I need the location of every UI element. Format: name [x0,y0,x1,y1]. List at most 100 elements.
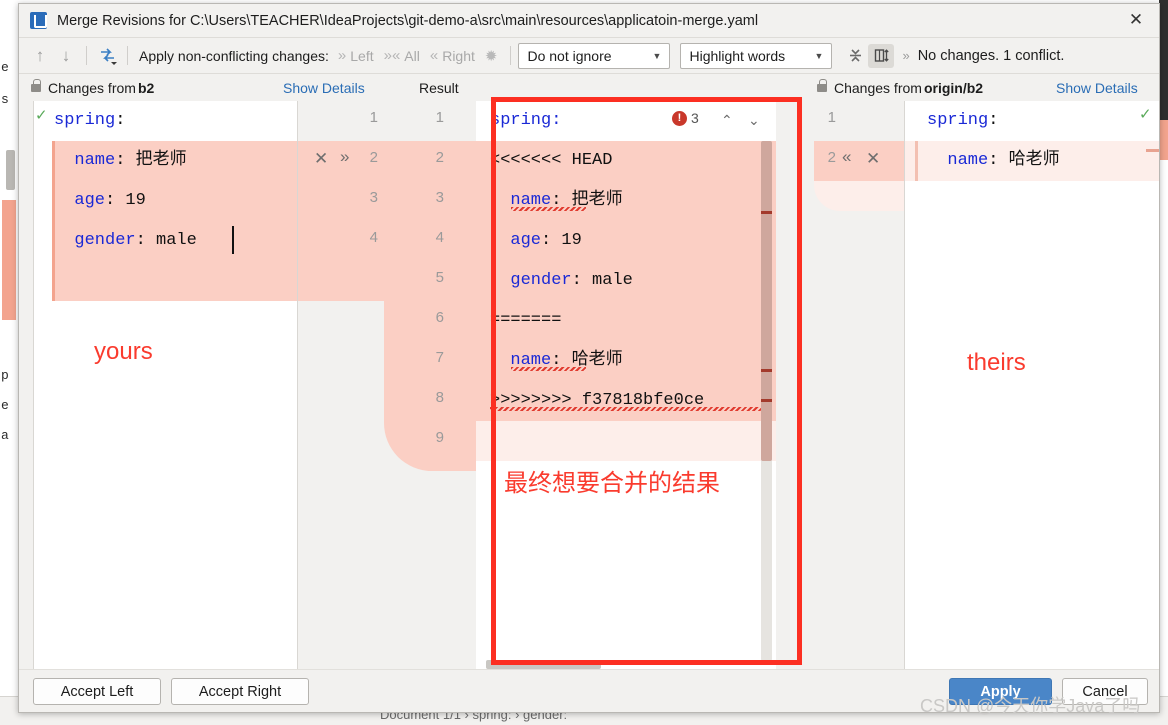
result-editor-pane[interactable]: spring: <<<<<<< HEAD name: 把老师 age: 19 g… [476,101,776,671]
synchronize-scroll-icon[interactable] [868,43,895,68]
editors-region: spring: name: 把老师 age: 19 gender: male y… [19,101,1159,671]
right-pane-header: Changes from origin/b2 [817,74,983,102]
result-code-line-6: ======= [490,311,562,330]
left-accept-to-result-icon[interactable]: » [340,148,349,165]
left-line-4-colon: : [135,231,146,250]
left-code-line-2: name: 把老师 [54,141,186,181]
intellij-idea-icon [30,12,47,29]
collapse-unchanged-icon[interactable] [842,44,868,68]
left-line-2-key: name [54,151,116,170]
background-conflict-marker [2,200,16,320]
right-line-2-colon: : [988,151,999,170]
next-difference-icon[interactable]: ↓ [53,43,79,69]
result-code-line-5: gender: male [490,261,633,301]
merge-dialog: Merge Revisions for C:\Users\TEACHER\Ide… [18,3,1160,713]
next-error-icon[interactable]: ⌄ [748,112,760,129]
left-revert-change-icon[interactable]: ✕ [314,150,328,167]
error-indicator[interactable]: ! 3 [672,110,699,126]
result-error-marker-3 [761,399,772,402]
right-header-branch: origin/b2 [923,80,984,96]
bg-char-3: e [1,398,9,413]
double-chevron-left-icon: « [429,47,439,64]
left-code-line-3: age: 19 [54,181,145,221]
chevron-down-icon: ▼ [814,50,824,61]
right-pane-ok-icon: ✓ [1139,106,1152,123]
left-show-details-link[interactable]: Show Details [283,74,365,102]
right-gutter: 1 2 « ✕ [784,101,904,671]
apply-all-label: All [404,47,420,64]
result-code-line-7: name: 哈老师 [490,341,622,381]
result-code-line-8: >>>>>>>> f37818bfe0ce [490,391,705,410]
highlight-policy-select[interactable]: Highlight words ▼ [680,42,833,69]
right-editor-pane[interactable]: spring: name: 哈老师 ✓ theirs [904,101,1159,671]
toolbar-separator-2 [127,46,128,65]
background-right-conflict-marker [1159,120,1168,160]
result-line-number-3: 3 [435,189,444,206]
left-line-number-1: 1 [369,109,378,126]
apply-nonconflicting-label: Apply non-conflicting changes: [139,47,329,64]
left-header-prefix: Changes from [48,80,136,96]
pane-headers: Changes from b2 Show Details Result Chan… [19,74,1159,102]
result-code-line-3: name: 把老师 [490,181,622,221]
right-line-number-1: 1 [827,109,836,126]
error-icon: ! [672,110,687,126]
lock-icon [31,79,41,92]
left-line-1-colon: : [115,111,126,130]
right-show-details-link[interactable]: Show Details [1056,74,1138,102]
result-scrollbar-thumb[interactable] [761,141,772,461]
left-line-number-4: 4 [369,229,378,246]
left-line-4-value: male [145,231,197,250]
dialog-toolbar: ↑ ↓ Apply non-conflicting changes: » Lef… [19,38,1159,74]
previous-error-icon[interactable]: ⌃ [721,112,733,129]
left-pane-annotation: yours [94,338,153,365]
accept-left-button[interactable]: Accept Left [33,678,161,705]
error-count: 3 [691,110,699,126]
left-code-line-1: spring: [54,101,125,141]
result-line-4-rest: : 19 [541,231,582,250]
result-line-number-9: 9 [435,429,444,446]
accept-right-button[interactable]: Accept Right [171,678,309,705]
result-line-5-rest: : male [571,271,633,290]
toolbar-overflow-icon[interactable]: » [902,48,909,63]
left-pane-ok-icon: ✓ [35,107,48,124]
background-right-dark-strip [1159,0,1168,120]
left-editor-pane[interactable]: spring: name: 把老师 age: 19 gender: male y… [33,101,298,671]
apply-all-button[interactable]: »« All [384,47,420,64]
magic-wand-icon[interactable]: ✹ [485,47,498,65]
apply-right-button[interactable]: « Right [430,47,475,64]
right-change-stripe [1146,149,1159,152]
highlight-policy-value: Highlight words [689,47,786,64]
left-gutter: ✕ » 1 2 3 4 [298,101,384,671]
dialog-titlebar: Merge Revisions for C:\Users\TEACHER\Ide… [19,4,1159,38]
previous-difference-icon[interactable]: ↑ [27,43,53,69]
background-scrollbar-thumb[interactable] [6,150,15,190]
result-horizontal-scrollbar[interactable] [486,660,601,669]
left-code-line-4: gender: male [54,221,197,261]
double-chevron-both-icon: »« [383,47,401,64]
right-conflict-bar [915,141,918,181]
double-chevron-right-icon: » [337,47,347,64]
left-line-4-key: gender [54,231,136,250]
apply-all-non-conflicting-icon[interactable] [94,43,120,69]
toolbar-separator-3 [510,46,512,65]
left-pane-header: Changes from b2 [31,74,154,102]
result-code-line-4: age: 19 [490,221,582,261]
right-gutter-conflict-light [814,181,904,211]
result-line-5-key: gender [490,271,572,290]
result-spellcheck-underline-3 [490,407,770,411]
result-error-marker-1 [761,211,772,214]
result-line-number-5: 5 [435,269,444,286]
right-accept-to-result-icon[interactable]: « [842,148,851,165]
result-line-number-2: 2 [435,149,444,166]
right-revert-change-icon[interactable]: ✕ [866,150,880,167]
right-line-2-key: name [927,151,989,170]
ignore-policy-select[interactable]: Do not ignore ▼ [518,42,671,69]
result-spellcheck-underline-1 [511,207,586,211]
right-line-1-colon: : [988,111,999,130]
text-caret [232,226,234,254]
close-icon[interactable]: ✕ [1123,8,1149,32]
result-line-number-1: 1 [435,109,444,126]
left-header-branch: b2 [137,80,155,96]
apply-left-button[interactable]: » Left [338,47,374,64]
left-line-1-key: spring [54,111,116,130]
